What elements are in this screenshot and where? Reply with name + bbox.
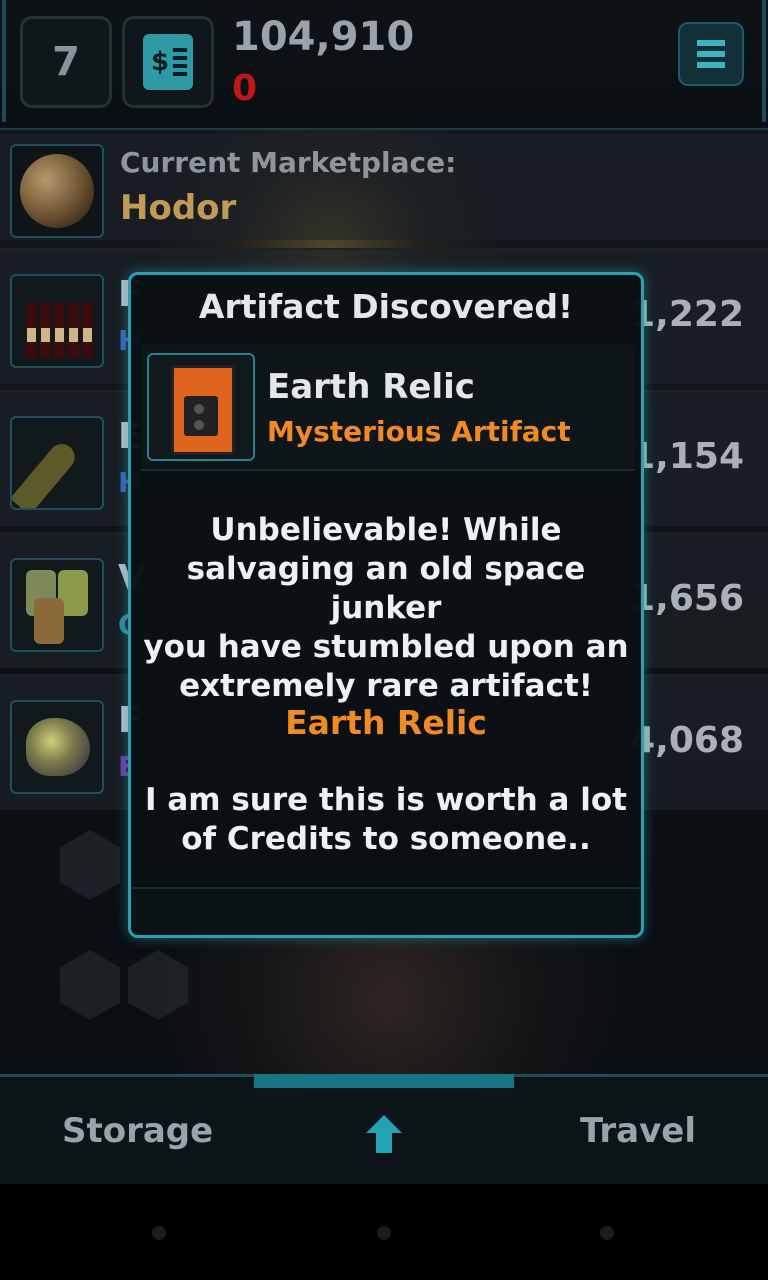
artifact-item-card: Earth Relic Mysterious Artifact [141,345,635,471]
storage-button[interactable]: Storage [62,1111,213,1151]
hex-decoration [60,830,120,900]
level-value: 7 [52,39,80,85]
trade-item-price: 4,068 [630,720,744,761]
cash-register-icon: $ [143,34,193,90]
dialog-message: Unbelievable! While salvaging an old spa… [135,511,637,706]
back-dot-icon[interactable] [152,1226,166,1240]
hex-decoration [60,950,120,1020]
top-bar: 7 $ 104,910 0 [0,0,768,130]
marketplace-label: Current Marketplace: [120,146,457,179]
level-badge[interactable]: 7 [20,16,112,108]
cassette-player-icon [171,365,235,455]
artifact-highlight: Earth Relic [285,703,487,742]
artifact-type: Mysterious Artifact [267,415,571,448]
dialog-footer[interactable] [131,887,641,935]
message-line: of Credits to someone.. [181,821,591,857]
home-dot-icon[interactable] [377,1226,391,1240]
cash-button[interactable]: $ [122,16,214,108]
dialog-message-footer: I am sure this is worth a lot of Credits… [135,781,637,859]
tab-indicator [254,1074,514,1088]
hamburger-menu-icon [697,40,725,46]
bottom-nav: Storage Travel [0,1074,768,1185]
debt-value: 0 [232,68,258,109]
message-line: salvaging an old space junker [186,551,586,626]
wine-bottles-icon [10,274,104,368]
message-line: I am sure this is worth a lot [145,782,627,818]
recents-dot-icon[interactable] [600,1226,614,1240]
trade-item-price: 1,222 [630,294,744,335]
message-line: Unbelievable! While [210,512,562,548]
artifact-name: Earth Relic [267,367,475,407]
up-arrow-icon[interactable] [366,1115,402,1153]
menu-button[interactable] [678,22,744,86]
barrels-icon [10,558,104,652]
artifact-dialog[interactable]: Artifact Discovered! Earth Relic Mysteri… [128,272,644,938]
message-line: you have stumbled upon an [143,629,629,665]
dialog-title: Artifact Discovered! [198,287,574,326]
credits-balance: 104,910 [232,14,415,60]
travel-button[interactable]: Travel [580,1111,696,1151]
artifact-thumbnail [147,353,255,461]
hex-decoration [128,950,188,1020]
trade-item-price: 1,154 [630,436,744,477]
trade-item-price: 1,656 [630,578,744,619]
shell-casing-icon [10,416,104,510]
ore-rock-icon [10,700,104,794]
planet-thumbnail [10,144,104,238]
planet-icon [20,154,94,228]
marketplace-name: Hodor [120,188,237,228]
system-nav-bar [0,1184,768,1280]
message-line: extremely rare artifact! [179,668,593,704]
